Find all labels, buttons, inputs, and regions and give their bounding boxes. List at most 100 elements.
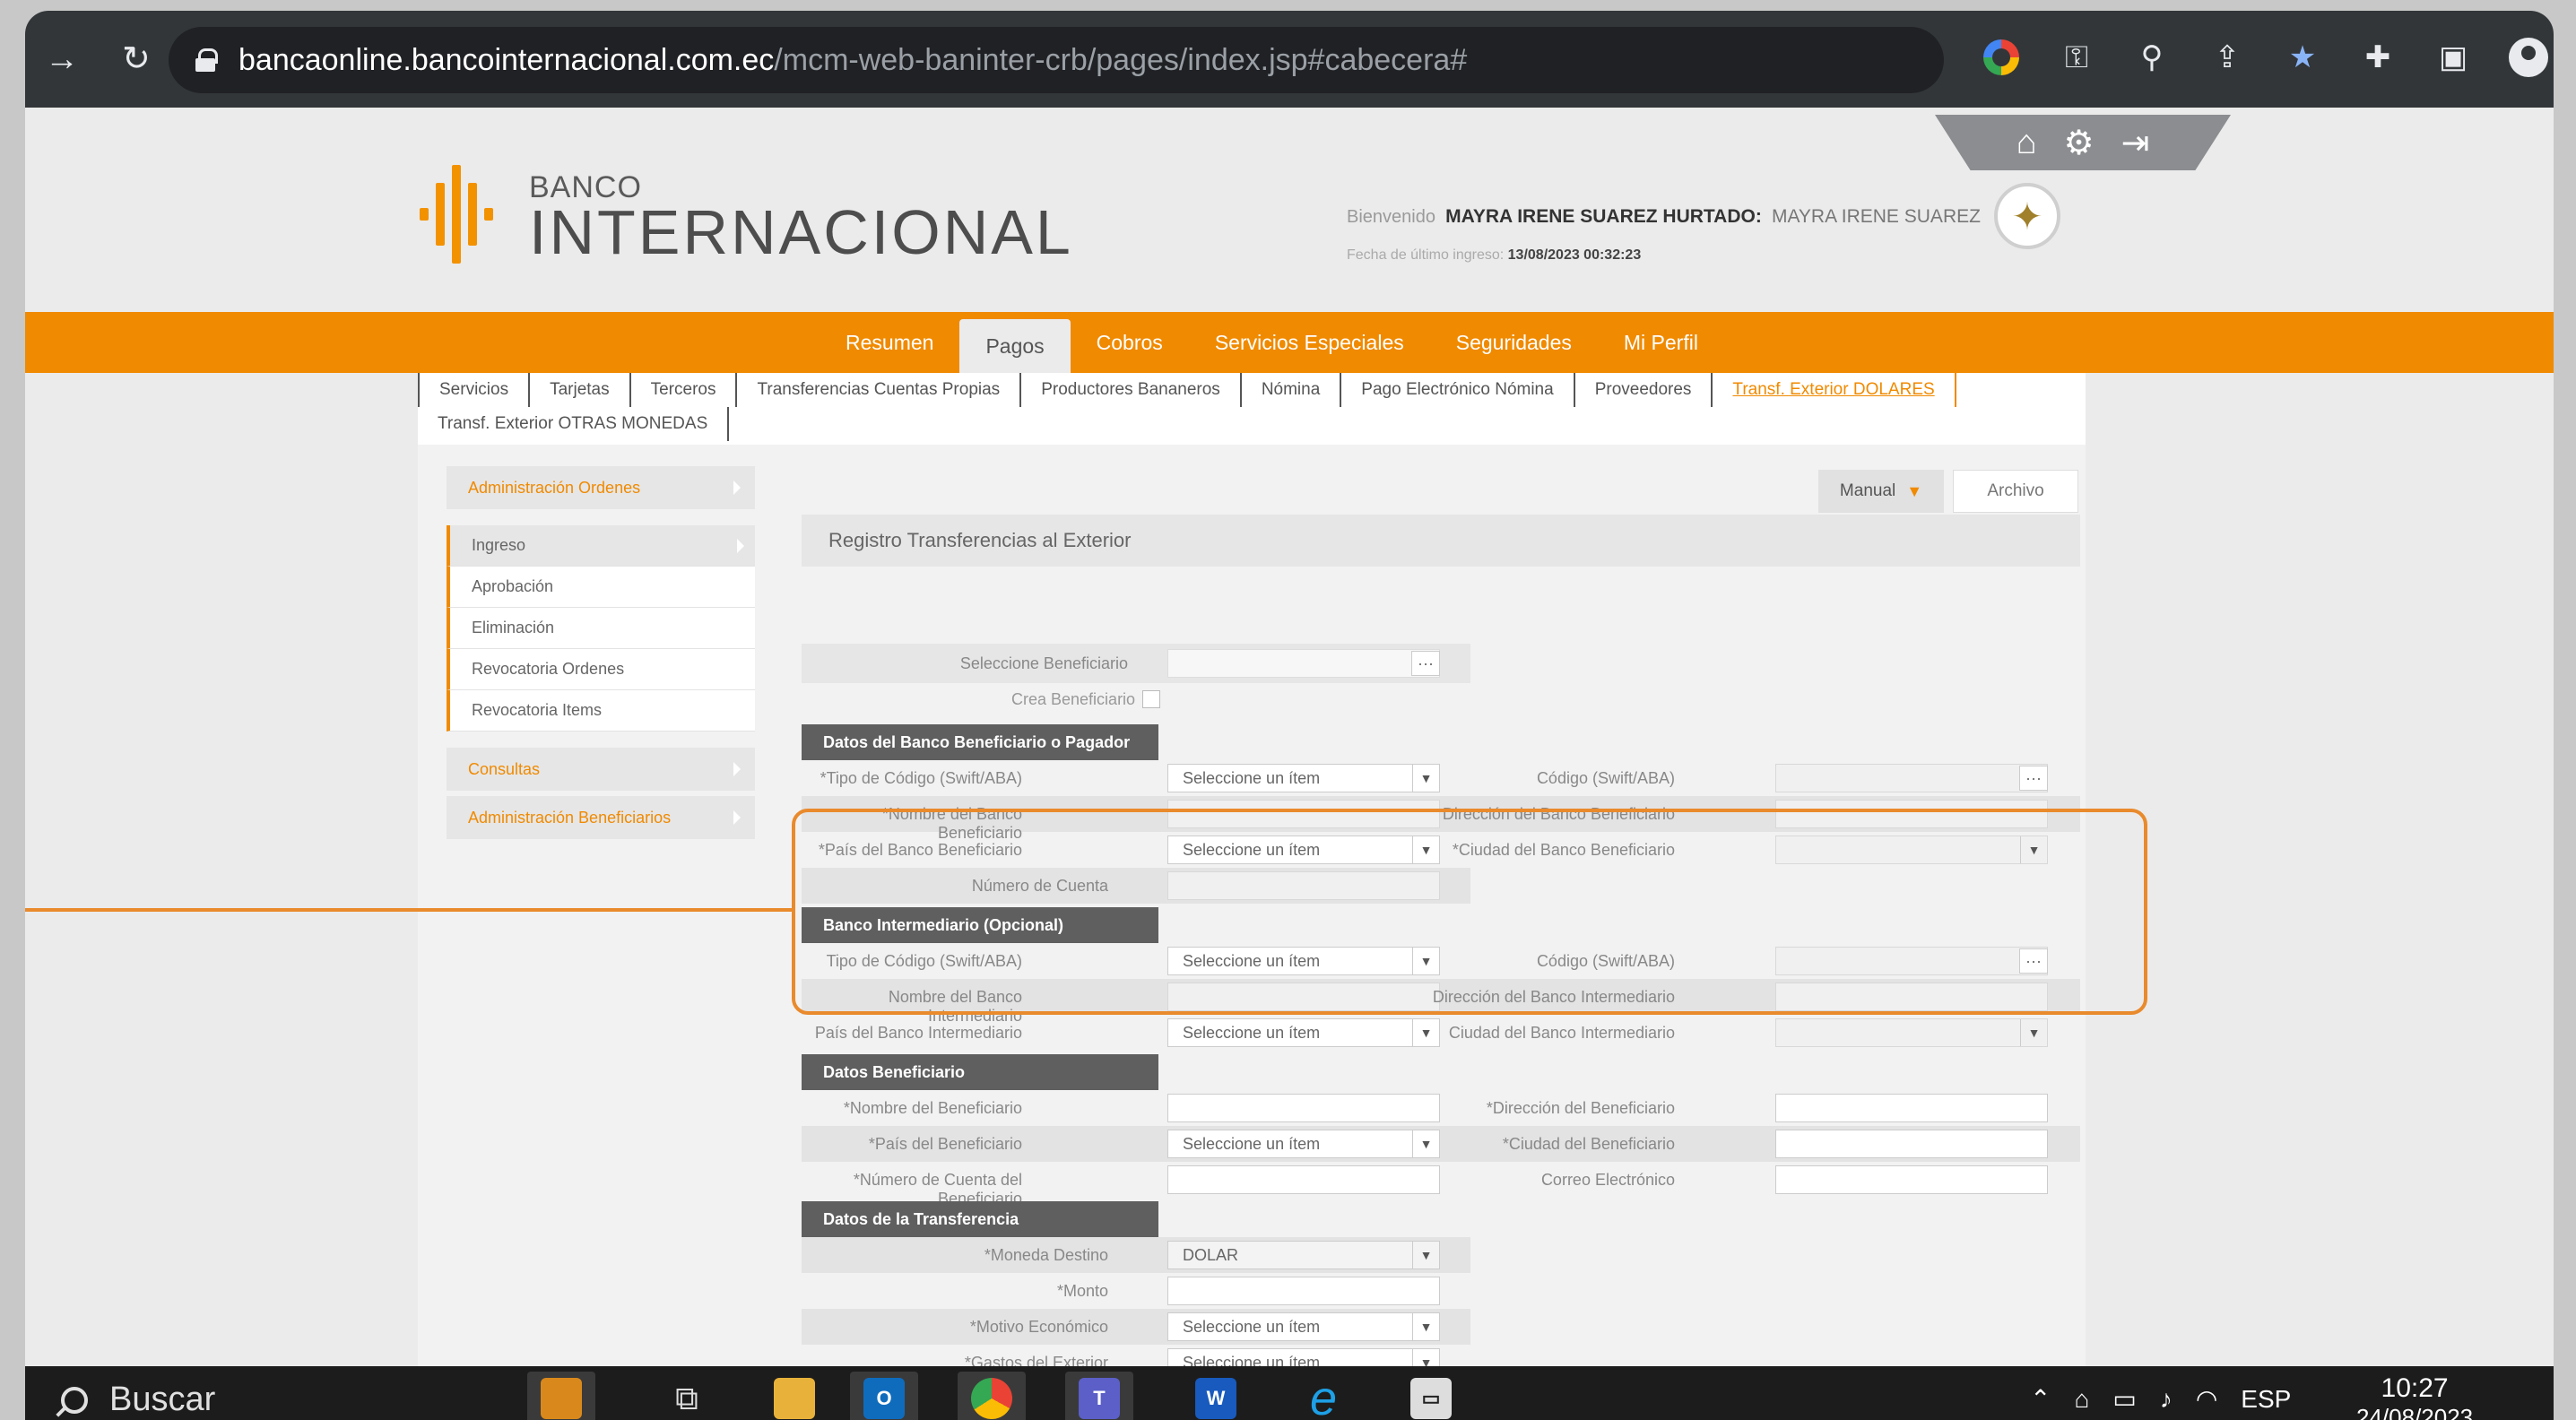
s3-direccion-input[interactable]: [1775, 1094, 2048, 1122]
taskbar-file-explorer[interactable]: [760, 1372, 828, 1420]
s3-nombre-input[interactable]: [1167, 1094, 1440, 1122]
taskbar-word[interactable]: W: [1182, 1372, 1250, 1420]
zoom-icon[interactable]: ⚲: [2130, 36, 2173, 79]
sidebar-admin-beneficiarios[interactable]: Administración Beneficiarios: [447, 796, 755, 839]
battery-icon[interactable]: ▭: [2112, 1384, 2136, 1414]
forward-icon[interactable]: →: [45, 41, 79, 77]
tab-archivo[interactable]: Archivo: [1953, 470, 2078, 513]
menu-mi-perfil[interactable]: Mi Perfil: [1598, 312, 1724, 373]
form-row: *Tipo de Código (Swift/ABA) Seleccione u…: [802, 760, 2080, 796]
taskbar-briefcase-app[interactable]: [527, 1372, 595, 1420]
web-page: ⌂ ⚙ ⇥ BANCO INTERNACIONAL Bienvenido MAY…: [25, 108, 2554, 1366]
sidebar-consultas[interactable]: Consultas: [447, 748, 755, 791]
user-avatar[interactable]: ✦: [1994, 183, 2060, 249]
s1-tipo-select[interactable]: Seleccione un ítem ▼: [1167, 764, 1440, 792]
menu-servicios-especiales[interactable]: Servicios Especiales: [1189, 312, 1430, 373]
select-beneficiary-dots-button[interactable]: ···: [1411, 651, 1440, 676]
wifi-icon[interactable]: ◠: [2196, 1384, 2217, 1414]
s1-codigo-label: Código (Swift/ABA): [1536, 769, 1675, 787]
form-row: *Monto: [802, 1273, 1470, 1309]
form-row: *País del Beneficiario Seleccione un íte…: [802, 1126, 2080, 1162]
select-beneficiary-row: Seleccione Beneficiario ···: [802, 644, 1470, 683]
dropdown-arrow-icon: ▼: [1412, 1019, 1439, 1046]
s3-direccion-label: *Dirección del Beneficiario: [1486, 1099, 1675, 1117]
s3-correo-input[interactable]: [1775, 1165, 2048, 1194]
windows-taskbar: Buscar ⧉ O T W e ▭ ⌃ ⌂ ▭ ♪ ◠ ESP 10:27 2…: [25, 1366, 2554, 1420]
create-beneficiary-checkbox[interactable]: [1142, 690, 1160, 708]
extensions-icon[interactable]: ✚: [2356, 36, 2399, 79]
s4-monto-input[interactable]: [1167, 1277, 1440, 1305]
sidebar-item-revocatoria-ordenes[interactable]: Revocatoria Ordenes: [447, 649, 755, 690]
terminal-icon: ▭: [1410, 1378, 1452, 1419]
submenu-proveedores[interactable]: Proveedores: [1573, 373, 1712, 407]
s3-pais-label: *País del Beneficiario: [868, 1135, 1022, 1153]
sidebar-item-eliminacion[interactable]: Eliminación: [447, 608, 755, 649]
submenu-transf-exterior-dolares[interactable]: Transf. Exterior DOLARES: [1711, 373, 1956, 407]
s4-motivo-select[interactable]: Seleccione un ítem ▼: [1167, 1312, 1440, 1341]
s4-gastos-select[interactable]: Seleccione un ítem ▼: [1167, 1348, 1440, 1366]
bank-logo[interactable]: BANCO INTERNACIONAL: [420, 165, 1073, 264]
s2-pais-select[interactable]: Seleccione un ítem ▼: [1167, 1018, 1440, 1047]
submenu-nomina[interactable]: Nómina: [1239, 373, 1340, 407]
chevron-up-icon[interactable]: ⌃: [2030, 1384, 2051, 1414]
sidebar-item-aprobacion[interactable]: Aprobación: [447, 567, 755, 608]
taskbar-search[interactable]: Buscar: [61, 1381, 215, 1419]
s1-codigo-dots-button[interactable]: ···: [2019, 766, 2048, 791]
taskbar-outlook[interactable]: O: [850, 1372, 918, 1420]
taskbar-ie[interactable]: e: [1289, 1372, 1357, 1420]
volume-icon[interactable]: ♪: [2160, 1385, 2173, 1414]
settings-icon[interactable]: ⚙: [2064, 123, 2095, 163]
sidebar-admin-ordenes[interactable]: Administración Ordenes: [447, 466, 755, 509]
submenu-transf-exterior-otras[interactable]: Transf. Exterior OTRAS MONEDAS: [418, 407, 730, 441]
submenu-tarjetas[interactable]: Tarjetas: [528, 373, 629, 407]
submenu-productores-bananeros[interactable]: Productores Bananeros: [1019, 373, 1240, 407]
taskbar-teams[interactable]: T: [1065, 1372, 1133, 1420]
bookmark-star-icon[interactable]: ★: [2281, 36, 2324, 79]
logout-icon[interactable]: ⇥: [2121, 123, 2150, 163]
share-icon[interactable]: ⇪: [2206, 36, 2249, 79]
taskbar-terminal[interactable]: ▭: [1397, 1372, 1465, 1420]
s3-ciudad-input[interactable]: [1775, 1130, 2048, 1158]
system-tray: ⌃ ⌂ ▭ ♪ ◠ ESP: [2030, 1384, 2291, 1414]
submenu-terceros[interactable]: Terceros: [629, 373, 736, 407]
s1-codigo-input[interactable]: [1775, 764, 2048, 792]
submenu-transferencias-propias[interactable]: Transferencias Cuentas Propias: [735, 373, 1019, 407]
submenu-pago-electronico-nomina[interactable]: Pago Electrónico Nómina: [1340, 373, 1573, 407]
taskbar-task-view[interactable]: ⧉: [653, 1372, 721, 1420]
submenu-servicios[interactable]: Servicios: [418, 373, 528, 407]
s3-cuenta-input[interactable]: [1167, 1165, 1440, 1194]
top-quick-nav: ⌂ ⚙ ⇥: [1935, 115, 2231, 170]
profile-icon[interactable]: [2507, 36, 2550, 79]
taskbar-chrome[interactable]: [958, 1372, 1026, 1420]
form-row: *Nombre del Beneficiario *Dirección del …: [802, 1090, 2080, 1126]
s2-ciudad-select[interactable]: ▼: [1775, 1018, 2048, 1047]
search-icon: [61, 1386, 88, 1414]
sidebar-item-ingreso[interactable]: Ingreso: [447, 525, 755, 567]
google-icon[interactable]: [1980, 36, 2023, 79]
s4-moneda-select[interactable]: DOLAR ▼: [1167, 1241, 1440, 1269]
menu-seguridades[interactable]: Seguridades: [1430, 312, 1598, 373]
tab-manual[interactable]: Manual ▼: [1818, 470, 1944, 513]
s4-gastos-label: *Gastos del Exterior: [964, 1354, 1108, 1366]
clock-date: 24/08/2023: [2356, 1404, 2474, 1420]
menu-cobros[interactable]: Cobros: [1071, 312, 1189, 373]
menu-pagos[interactable]: Pagos: [959, 319, 1071, 373]
s3-pais-select[interactable]: Seleccione un ítem ▼: [1167, 1130, 1440, 1158]
address-bar[interactable]: bancaonline.bancointernacional.com.ec/mc…: [169, 27, 1944, 93]
s4-monto-label: *Monto: [1056, 1282, 1108, 1300]
select-beneficiary-input[interactable]: [1167, 649, 1440, 678]
browser-toolbar: → ↻ bancaonline.bancointernacional.com.e…: [25, 11, 2554, 108]
dropdown-arrow-icon: ▼: [1412, 765, 1439, 792]
menu-resumen[interactable]: Resumen: [820, 312, 959, 373]
key-icon[interactable]: ⚿: [2055, 36, 2098, 79]
home-icon[interactable]: ⌂: [2017, 124, 2037, 162]
form-row: *Moneda Destino DOLAR ▼: [802, 1237, 1470, 1273]
reload-icon[interactable]: ↻: [122, 41, 151, 77]
url-path: /mcm-web-baninter-crb/pages/index.jsp#ca…: [774, 42, 1468, 77]
sidebar-item-revocatoria-items[interactable]: Revocatoria Items: [447, 690, 755, 732]
create-beneficiary-label: Crea Beneficiario: [1011, 690, 1136, 708]
language-indicator[interactable]: ESP: [2241, 1385, 2291, 1414]
taskbar-clock[interactable]: 10:27 24/08/2023: [2356, 1373, 2473, 1420]
usb-icon[interactable]: ⌂: [2074, 1385, 2089, 1414]
sidepanel-icon[interactable]: ▣: [2432, 36, 2475, 79]
